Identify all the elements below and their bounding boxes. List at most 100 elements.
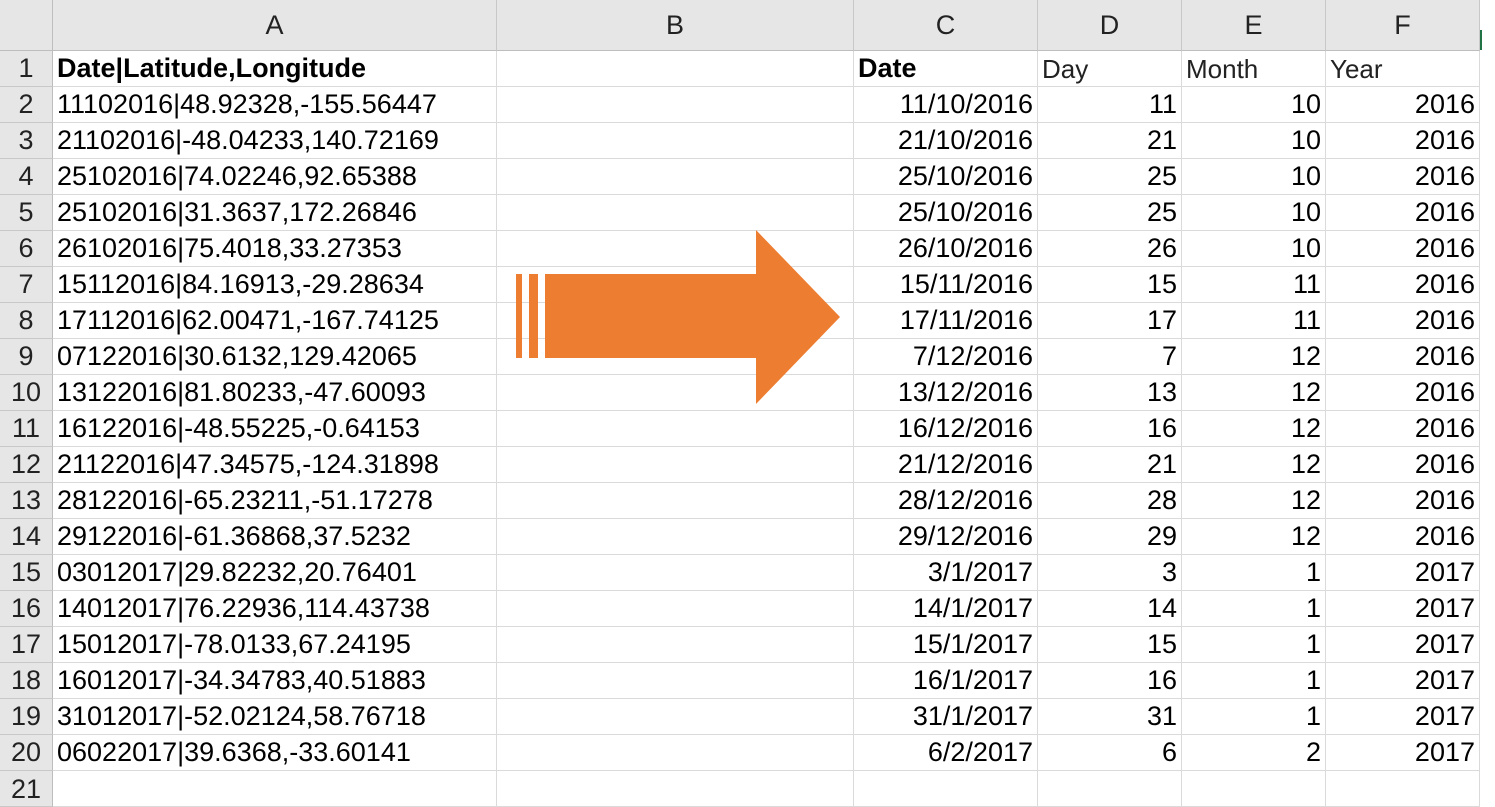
cell-d[interactable]: [1038, 771, 1182, 807]
cell-b[interactable]: [497, 195, 854, 231]
cell-b[interactable]: [497, 627, 854, 663]
row-header[interactable]: 17: [0, 627, 53, 663]
cell-b[interactable]: [497, 483, 854, 519]
cell-f[interactable]: 2016: [1326, 483, 1480, 519]
cell-a[interactable]: 21102016|-48.04233,140.72169: [53, 123, 497, 159]
cell-c[interactable]: 26/10/2016: [854, 231, 1038, 267]
row-header[interactable]: 21: [0, 771, 53, 807]
row-header[interactable]: 19: [0, 699, 53, 735]
row-header[interactable]: 8: [0, 303, 53, 339]
cell-c[interactable]: [854, 771, 1038, 807]
cell-e[interactable]: 2: [1182, 735, 1326, 771]
cell-c[interactable]: 6/2/2017: [854, 735, 1038, 771]
column-header-b[interactable]: B: [497, 0, 854, 51]
cell-a[interactable]: 15112016|84.16913,-29.28634: [53, 267, 497, 303]
cell-a[interactable]: 07122016|30.6132,129.42065: [53, 339, 497, 375]
row-header[interactable]: 4: [0, 159, 53, 195]
cell-e[interactable]: Month: [1182, 51, 1326, 87]
cell-f[interactable]: 2016: [1326, 87, 1480, 123]
row-header[interactable]: 20: [0, 735, 53, 771]
cell-a[interactable]: 06022017|39.6368,-33.60141: [53, 735, 497, 771]
cell-d[interactable]: 3: [1038, 555, 1182, 591]
row-header[interactable]: 9: [0, 339, 53, 375]
row-header[interactable]: 14: [0, 519, 53, 555]
cell-c[interactable]: 25/10/2016: [854, 195, 1038, 231]
cell-d[interactable]: 6: [1038, 735, 1182, 771]
cell-e[interactable]: 10: [1182, 159, 1326, 195]
cell-a[interactable]: 21122016|47.34575,-124.31898: [53, 447, 497, 483]
cell-b[interactable]: [497, 51, 854, 87]
cell-c[interactable]: 29/12/2016: [854, 519, 1038, 555]
cell-b[interactable]: [497, 555, 854, 591]
cell-c[interactable]: 16/1/2017: [854, 663, 1038, 699]
cell-e[interactable]: 10: [1182, 231, 1326, 267]
column-header-c[interactable]: C: [854, 0, 1038, 51]
cell-f[interactable]: Year: [1326, 51, 1480, 87]
cell-d[interactable]: 25: [1038, 159, 1182, 195]
cell-a[interactable]: 25102016|74.02246,92.65388: [53, 159, 497, 195]
cell-f[interactable]: [1326, 771, 1480, 807]
cell-d[interactable]: 15: [1038, 627, 1182, 663]
row-header[interactable]: 12: [0, 447, 53, 483]
cell-f[interactable]: 2016: [1326, 267, 1480, 303]
cell-a[interactable]: 13122016|81.80233,-47.60093: [53, 375, 497, 411]
cell-e[interactable]: 12: [1182, 339, 1326, 375]
cell-d[interactable]: 25: [1038, 195, 1182, 231]
cell-c[interactable]: 15/11/2016: [854, 267, 1038, 303]
cell-c[interactable]: 7/12/2016: [854, 339, 1038, 375]
cell-f[interactable]: 2016: [1326, 123, 1480, 159]
row-header[interactable]: 10: [0, 375, 53, 411]
cell-e[interactable]: 10: [1182, 195, 1326, 231]
cell-f[interactable]: 2016: [1326, 447, 1480, 483]
cell-f[interactable]: 2017: [1326, 627, 1480, 663]
cell-b[interactable]: [497, 699, 854, 735]
cell-d[interactable]: Day: [1038, 51, 1182, 87]
cell-c[interactable]: 21/10/2016: [854, 123, 1038, 159]
cell-d[interactable]: 29: [1038, 519, 1182, 555]
cell-c[interactable]: Date: [854, 51, 1038, 87]
cell-a[interactable]: 25102016|31.3637,172.26846: [53, 195, 497, 231]
cell-e[interactable]: 10: [1182, 87, 1326, 123]
cell-c[interactable]: 17/11/2016: [854, 303, 1038, 339]
cell-a[interactable]: 14012017|76.22936,114.43738: [53, 591, 497, 627]
cell-d[interactable]: 17: [1038, 303, 1182, 339]
cell-f[interactable]: 2017: [1326, 591, 1480, 627]
cell-f[interactable]: 2016: [1326, 375, 1480, 411]
cell-d[interactable]: 13: [1038, 375, 1182, 411]
cell-c[interactable]: 15/1/2017: [854, 627, 1038, 663]
cell-c[interactable]: 3/1/2017: [854, 555, 1038, 591]
cell-a[interactable]: 31012017|-52.02124,58.76718: [53, 699, 497, 735]
cell-f[interactable]: 2016: [1326, 231, 1480, 267]
cell-a[interactable]: 26102016|75.4018,33.27353: [53, 231, 497, 267]
cell-a[interactable]: 03012017|29.82232,20.76401: [53, 555, 497, 591]
cell-d[interactable]: 16: [1038, 411, 1182, 447]
select-all-corner[interactable]: [0, 0, 53, 51]
cell-a[interactable]: 29122016|-61.36868,37.5232: [53, 519, 497, 555]
cell-a[interactable]: 15012017|-78.0133,67.24195: [53, 627, 497, 663]
cell-a[interactable]: 17112016|62.00471,-167.74125: [53, 303, 497, 339]
cell-e[interactable]: [1182, 771, 1326, 807]
cell-e[interactable]: 12: [1182, 447, 1326, 483]
cell-d[interactable]: 15: [1038, 267, 1182, 303]
cell-b[interactable]: [497, 591, 854, 627]
row-header[interactable]: 13: [0, 483, 53, 519]
cell-f[interactable]: 2017: [1326, 663, 1480, 699]
cell-b[interactable]: [497, 159, 854, 195]
cell-d[interactable]: 21: [1038, 447, 1182, 483]
cell-d[interactable]: 7: [1038, 339, 1182, 375]
cell-b[interactable]: [497, 123, 854, 159]
cell-d[interactable]: 16: [1038, 663, 1182, 699]
cell-c[interactable]: 21/12/2016: [854, 447, 1038, 483]
cell-d[interactable]: 11: [1038, 87, 1182, 123]
cell-c[interactable]: 13/12/2016: [854, 375, 1038, 411]
cell-e[interactable]: 1: [1182, 591, 1326, 627]
column-header-d[interactable]: D: [1038, 0, 1182, 51]
row-header[interactable]: 7: [0, 267, 53, 303]
cell-d[interactable]: 21: [1038, 123, 1182, 159]
row-header[interactable]: 1: [0, 51, 53, 87]
cell-c[interactable]: 14/1/2017: [854, 591, 1038, 627]
row-header[interactable]: 6: [0, 231, 53, 267]
cell-f[interactable]: 2017: [1326, 735, 1480, 771]
row-header[interactable]: 11: [0, 411, 53, 447]
cell-e[interactable]: 12: [1182, 411, 1326, 447]
